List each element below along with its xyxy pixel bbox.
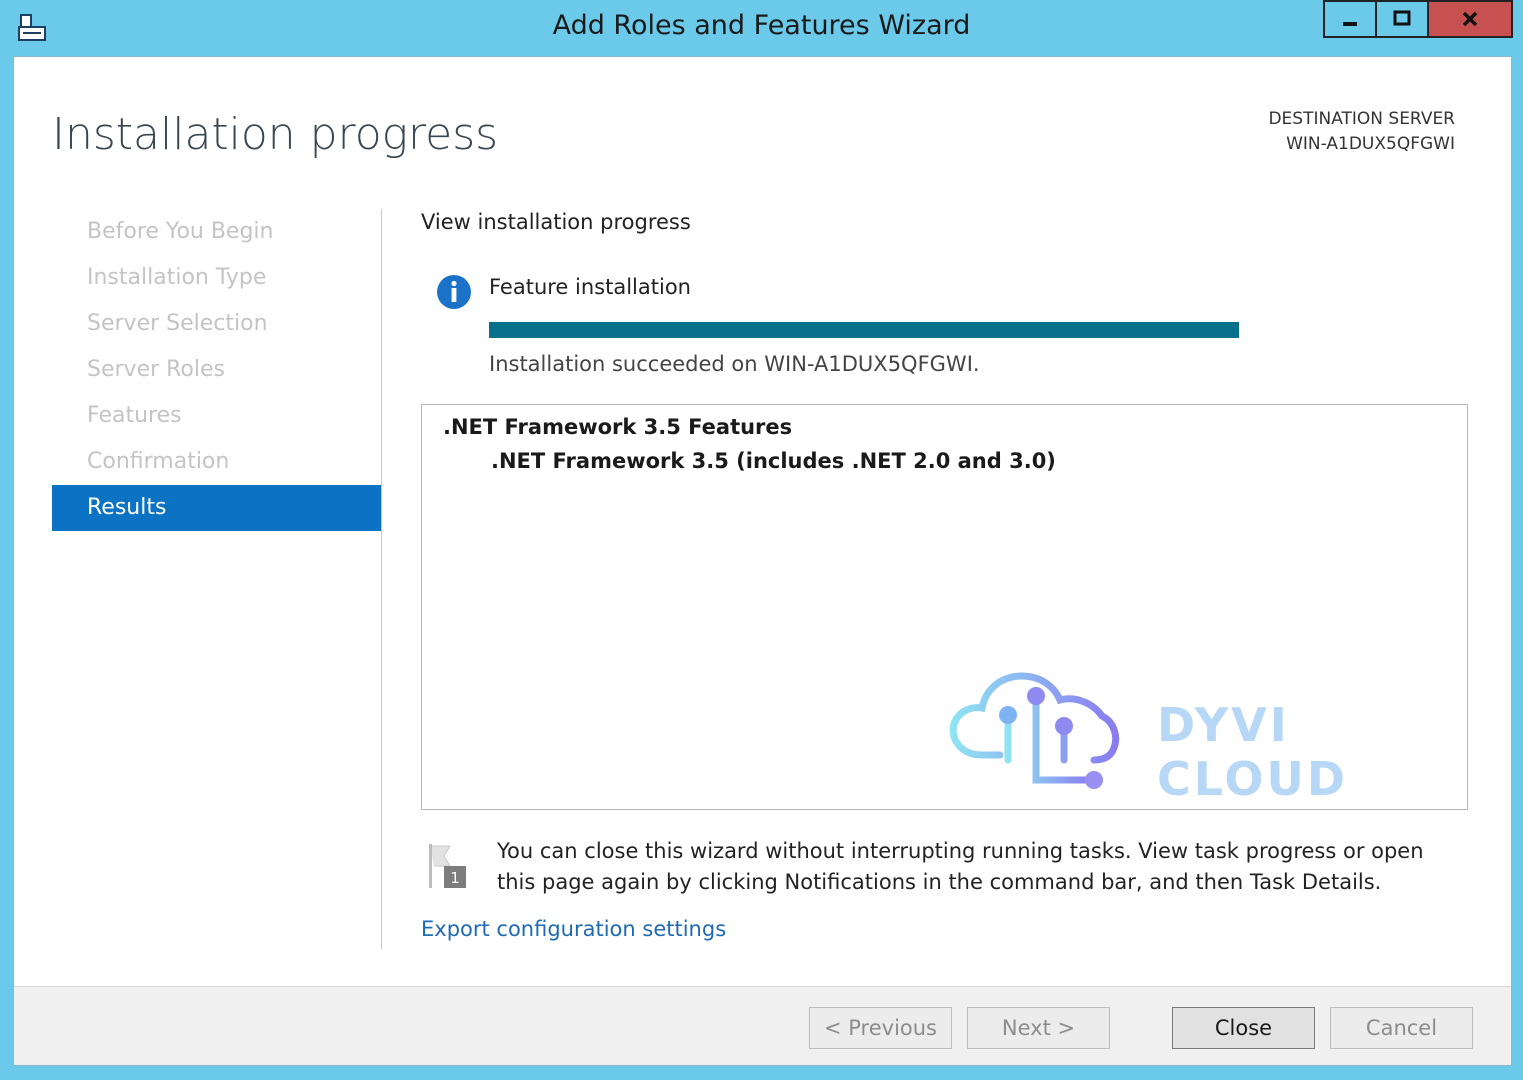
- feature-child: .NET Framework 3.5 (includes .NET 2.0 an…: [491, 449, 1056, 473]
- progress-fill: [489, 322, 1239, 338]
- close-icon: [1462, 11, 1478, 27]
- close-window-button[interactable]: [1427, 0, 1513, 38]
- wizard-window: Installation progress DESTINATION SERVER…: [13, 56, 1512, 1066]
- minimize-button[interactable]: [1323, 0, 1375, 38]
- page-title: Installation progress: [52, 109, 499, 160]
- nav-item-results[interactable]: Results: [52, 485, 381, 531]
- export-configuration-link[interactable]: Export configuration settings: [421, 917, 726, 941]
- wizard-footer: < Previous Next > Close Cancel: [14, 986, 1511, 1065]
- cancel-button[interactable]: Cancel: [1330, 1007, 1473, 1049]
- close-wizard-note: You can close this wizard without interr…: [497, 839, 1424, 894]
- info-icon: [437, 275, 471, 309]
- feature-parent: .NET Framework 3.5 Features: [443, 415, 793, 439]
- installation-status: Installation succeeded on WIN-A1DUX5QFGW…: [489, 352, 980, 376]
- nav-item-confirmation[interactable]: Confirmation: [52, 439, 381, 485]
- results-list[interactable]: .NET Framework 3.5 Features .NET Framewo…: [421, 404, 1468, 810]
- minimize-icon: [1343, 22, 1357, 26]
- previous-button[interactable]: < Previous: [809, 1007, 952, 1049]
- notification-flag-icon: 1: [429, 844, 466, 888]
- feature-installation-heading: Feature installation: [489, 275, 691, 299]
- wizard-nav: Before You Begin Installation Type Serve…: [52, 209, 381, 531]
- nav-divider: [381, 209, 382, 949]
- installation-progress-bar: [489, 322, 1239, 338]
- destination-server-name: WIN-A1DUX5QFGWI: [1286, 134, 1455, 154]
- section-heading: View installation progress: [421, 210, 691, 234]
- maximize-icon: [1393, 10, 1411, 26]
- maximize-button[interactable]: [1375, 0, 1427, 38]
- title-bar[interactable]: Add Roles and Features Wizard: [0, 0, 1523, 56]
- svg-text:1: 1: [450, 869, 460, 887]
- destination-server: DESTINATION SERVER WIN-A1DUX5QFGWI: [1268, 107, 1455, 157]
- nav-item-features[interactable]: Features: [52, 393, 381, 439]
- dyvi-cloud-logo: DYVI CLOUD: [942, 660, 1452, 806]
- window-title: Add Roles and Features Wizard: [552, 10, 971, 41]
- cloud-circuit-icon: [949, 672, 1120, 789]
- next-button[interactable]: Next >: [967, 1007, 1110, 1049]
- close-button[interactable]: Close: [1172, 1007, 1315, 1049]
- destination-label: DESTINATION SERVER: [1268, 109, 1455, 129]
- watermark-text: DYVI CLOUD: [1157, 698, 1349, 806]
- nav-item-before-you-begin[interactable]: Before You Begin: [52, 209, 381, 255]
- nav-item-server-roles[interactable]: Server Roles: [52, 347, 381, 393]
- nav-item-installation-type[interactable]: Installation Type: [52, 255, 381, 301]
- nav-item-server-selection[interactable]: Server Selection: [52, 301, 381, 347]
